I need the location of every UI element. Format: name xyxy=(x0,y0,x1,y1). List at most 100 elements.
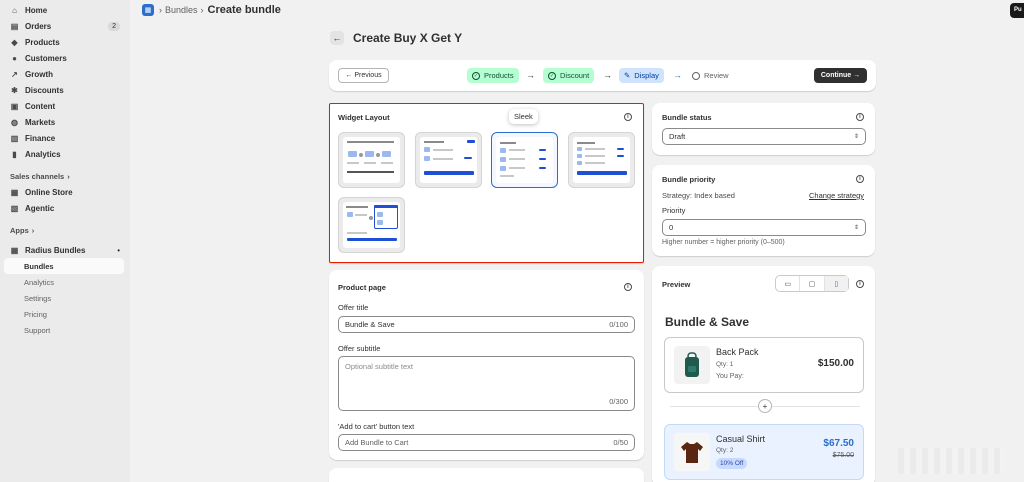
sidebar-item-growth[interactable]: ↗ Growth xyxy=(4,66,126,82)
info-icon[interactable]: i xyxy=(624,283,632,291)
sidebar-item-label: Customers xyxy=(25,53,67,63)
publish-button[interactable]: Pu xyxy=(1010,3,1024,18)
sidebar-subitem-pricing[interactable]: Pricing xyxy=(4,306,124,322)
tablet-icon[interactable]: ▢ xyxy=(800,276,825,291)
stepper-card: ← Previous ✓ Products → ✓ Discount → ✎ Disp… xyxy=(329,60,876,91)
sidebar-item-discounts[interactable]: ✱ Discounts xyxy=(4,82,126,98)
priority-input[interactable]: 0 ⇕ xyxy=(662,219,866,236)
layout-preview xyxy=(573,137,630,183)
continue-button[interactable]: Continue → xyxy=(814,68,867,83)
product-price: $67.50 xyxy=(823,438,854,449)
layout-preview xyxy=(343,137,400,183)
sidebar-item-label: Analytics xyxy=(25,149,61,159)
sales-channels-heading[interactable]: Sales channels › xyxy=(4,168,126,184)
bundle-preview-title: Bundle & Save xyxy=(665,315,750,329)
char-count: 0/100 xyxy=(609,320,628,329)
layout-option-sleek[interactable] xyxy=(491,132,558,188)
bundle-status-value: Draft xyxy=(669,132,686,141)
breadcrumb-separator: › xyxy=(159,5,162,15)
bundle-status-select[interactable]: Draft ⇕ xyxy=(662,128,866,145)
cart-button-text-input[interactable]: Add Bundle to Cart 0/50 xyxy=(338,434,635,451)
app-icon: ▦ xyxy=(10,245,19,255)
offer-title-input[interactable]: Bundle & Save 0/100 xyxy=(338,316,635,333)
mobile-icon[interactable]: ▯ xyxy=(824,276,848,291)
layout-option-split[interactable] xyxy=(338,197,405,253)
step-label: Review xyxy=(704,71,729,80)
sidebar-item-analytics[interactable]: ▮ Analytics xyxy=(4,146,126,162)
sidebar-item-label: Radius Bundles xyxy=(25,245,86,255)
sidebar-subitem-label: Settings xyxy=(24,293,52,303)
sidebar-subitem-support[interactable]: Support xyxy=(4,322,124,338)
bundle-priority-card: Bundle priority i Strategy: Index based … xyxy=(652,165,875,256)
offer-subtitle-placeholder: Optional subtitle text xyxy=(345,362,413,371)
sidebar-item-online-store[interactable]: ▦ Online Store xyxy=(4,184,126,200)
info-icon[interactable]: i xyxy=(624,113,632,121)
sidebar-item-finance[interactable]: ▥ Finance xyxy=(4,130,126,146)
sidebar-item-label: Home xyxy=(25,5,48,15)
bundle-status-title: Bundle status xyxy=(662,113,712,122)
previous-button[interactable]: ← Previous xyxy=(338,68,389,83)
sidebar-item-radius-bundles[interactable]: ▦ Radius Bundles • xyxy=(4,242,126,258)
layout-option-classic[interactable] xyxy=(415,132,482,188)
step-display[interactable]: ✎ Display xyxy=(619,68,664,83)
step-label: Products xyxy=(484,71,514,80)
preview-product-row: Back Pack Qty: 1 You Pay: $150.00 xyxy=(664,337,864,393)
strategy-text: Strategy: Index based xyxy=(662,191,735,200)
app-logo-icon[interactable]: ▦ xyxy=(142,4,154,16)
more-dot-icon: • xyxy=(117,245,120,255)
layout-preview xyxy=(420,137,477,183)
sidebar-item-markets[interactable]: ◍ Markets xyxy=(4,114,126,130)
info-icon[interactable]: i xyxy=(856,175,864,183)
priority-help-text: Higher number = higher priority (0–500) xyxy=(662,239,785,246)
product-qty: Qty: 2 xyxy=(716,447,734,454)
stepper-arrows-icon[interactable]: ⇕ xyxy=(854,224,859,231)
sidebar-subitem-bundles[interactable]: Bundles xyxy=(4,258,124,274)
sidebar-item-label: Content xyxy=(25,101,56,111)
sidebar-item-label: Products xyxy=(25,37,60,47)
apps-heading[interactable]: Apps › xyxy=(4,222,126,238)
desktop-icon[interactable]: ▭ xyxy=(776,276,801,291)
sidebar-item-customers[interactable]: ● Customers xyxy=(4,50,126,66)
change-strategy-link[interactable]: Change strategy xyxy=(809,191,864,200)
apps-label: Apps xyxy=(10,225,29,235)
sidebar-item-label: Discounts xyxy=(25,85,64,95)
cart-button-text-label: 'Add to cart' button text xyxy=(338,422,415,431)
layout-option-compact[interactable] xyxy=(568,132,635,188)
breadcrumb-separator: › xyxy=(200,5,204,15)
sidebar-item-home[interactable]: ⌂ Home xyxy=(4,2,126,18)
agentic-icon: ▧ xyxy=(10,203,19,213)
sidebar-subitem-settings[interactable]: Settings xyxy=(4,290,124,306)
sidebar-item-products[interactable]: ◆ Products xyxy=(4,34,126,50)
info-icon[interactable]: i xyxy=(856,280,864,288)
sidebar-item-orders[interactable]: ▤ Orders 2 xyxy=(4,18,126,34)
next-section-card xyxy=(329,468,644,482)
arrow-right-icon: → xyxy=(603,70,612,80)
orders-count-badge: 2 xyxy=(108,21,120,31)
offer-subtitle-textarea[interactable]: Optional subtitle text 0/300 xyxy=(338,356,635,411)
store-icon: ▦ xyxy=(10,187,19,197)
breadcrumb-bundles[interactable]: Bundles xyxy=(165,5,198,15)
info-icon[interactable]: i xyxy=(856,113,864,121)
step-discount[interactable]: ✓ Discount xyxy=(543,68,595,83)
priority-value: 0 xyxy=(669,223,674,232)
device-toggle-group: ▭ ▢ ▯ xyxy=(775,275,849,292)
step-products[interactable]: ✓ Products xyxy=(467,68,519,83)
step-review[interactable]: Review xyxy=(687,68,734,83)
bundle-status-card: Bundle status i Draft ⇕ xyxy=(652,103,875,155)
sidebar-item-agentic[interactable]: ▧ Agentic xyxy=(4,200,126,216)
sidebar-nav: ⌂ Home ▤ Orders 2 ◆ Products ● Customers ↗ Gro… xyxy=(0,2,130,162)
plus-icon: + xyxy=(758,399,772,413)
bundle-priority-title: Bundle priority xyxy=(662,175,716,184)
offer-subtitle-label: Offer subtitle xyxy=(338,344,381,353)
original-price: $75.00 xyxy=(832,452,854,459)
sidebar-subitem-analytics[interactable]: Analytics xyxy=(4,274,124,290)
product-qty: Qty: 1 xyxy=(716,361,734,368)
arrow-right-icon: → xyxy=(673,70,682,80)
back-button[interactable]: ← xyxy=(330,31,344,45)
pencil-icon: ✎ xyxy=(624,71,631,80)
sidebar-item-content[interactable]: ▣ Content xyxy=(4,98,126,114)
char-count: 0/50 xyxy=(613,438,628,447)
product-name: Back Pack xyxy=(716,347,759,357)
layout-option-horizontal[interactable] xyxy=(338,132,405,188)
layout-preview xyxy=(496,137,553,183)
